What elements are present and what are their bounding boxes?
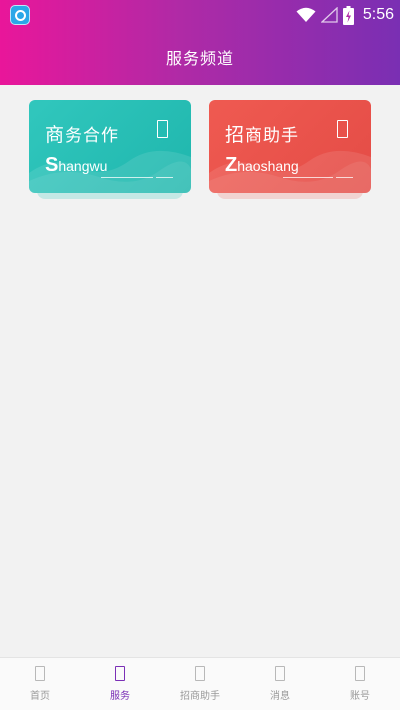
status-time: 5:56 bbox=[362, 6, 394, 23]
nav-item-message[interactable]: 消息 bbox=[240, 658, 320, 710]
card-underline bbox=[283, 177, 333, 178]
card-pinyin: Shangwu bbox=[45, 154, 108, 176]
service-icon bbox=[115, 666, 125, 681]
status-bar: 5:56 bbox=[0, 0, 400, 30]
business-cooperation-card[interactable]: 商务合作 Shangwu bbox=[29, 100, 191, 193]
card-pinyin: Zhaoshang bbox=[225, 154, 299, 176]
bottom-nav: 首页 服务 招商助手 消息 账号 bbox=[0, 657, 400, 710]
message-icon bbox=[275, 666, 285, 681]
card-underline bbox=[156, 177, 173, 178]
home-icon bbox=[35, 666, 45, 681]
battery-charging-icon bbox=[342, 5, 354, 25]
app-badge-icon bbox=[10, 5, 30, 25]
document-icon bbox=[337, 120, 348, 138]
nav-item-assistant[interactable]: 招商助手 bbox=[160, 658, 240, 710]
nav-label: 消息 bbox=[270, 691, 290, 702]
assistant-icon bbox=[195, 666, 205, 681]
nav-label: 账号 bbox=[350, 691, 370, 702]
nav-label: 服务 bbox=[110, 691, 130, 702]
nav-label: 招商助手 bbox=[180, 691, 220, 702]
card-underline bbox=[336, 177, 353, 178]
app-header: 5:56 服务频道 bbox=[0, 0, 400, 85]
wifi-icon bbox=[296, 7, 316, 22]
nav-item-service[interactable]: 服务 bbox=[80, 658, 160, 710]
page-title: 服务频道 bbox=[165, 49, 234, 68]
signal-icon bbox=[320, 7, 338, 23]
nav-item-home[interactable]: 首页 bbox=[0, 658, 80, 710]
document-icon bbox=[157, 120, 168, 138]
nav-label: 首页 bbox=[30, 691, 50, 702]
card-title: 招商助手 bbox=[225, 124, 300, 146]
account-icon bbox=[355, 666, 365, 681]
card-title: 商务合作 bbox=[45, 124, 120, 146]
nav-item-account[interactable]: 账号 bbox=[320, 658, 400, 710]
investment-assistant-card[interactable]: 招商助手 Zhaoshang bbox=[209, 100, 371, 193]
card-underline bbox=[101, 177, 153, 178]
